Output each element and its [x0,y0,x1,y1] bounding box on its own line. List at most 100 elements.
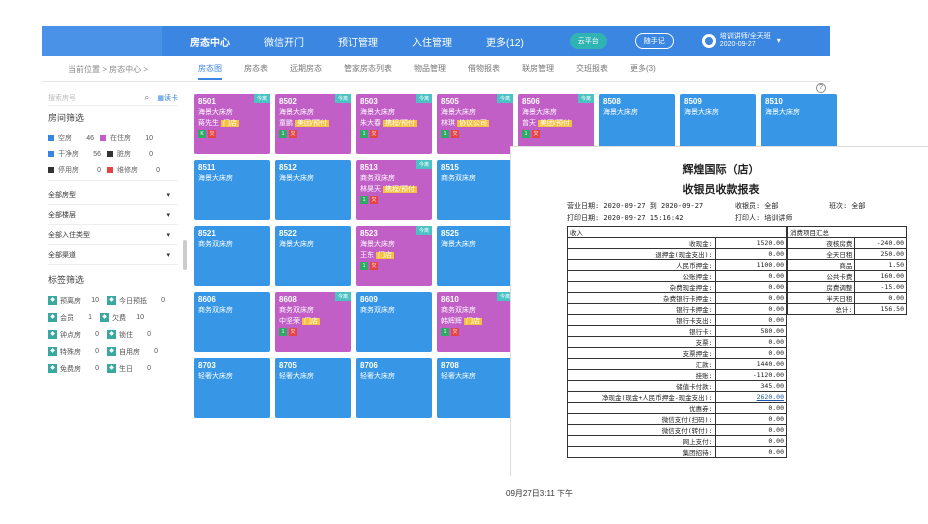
arrears-icon: 欠 [370,130,378,138]
cloud-label: 云平台 [577,38,599,45]
room-card[interactable]: 8708 轻奢大床房 [437,358,513,418]
room-card[interactable]: 8515 商务双床房 [437,160,513,220]
tag-filter-item[interactable]: ◆ 自用房 0 [107,347,166,357]
tab-borrow-report[interactable]: 借物报表 [468,59,500,80]
nav-more[interactable]: 更多(12) [486,34,524,49]
tab-housekeeping[interactable]: 管家房态列表 [344,59,392,80]
status-stat-item[interactable]: 在住房 10 [100,133,159,143]
tab-room-table[interactable]: 房态表 [244,59,268,80]
room-card[interactable]: 8703 轻奢大床房 [194,358,270,418]
income-value: 0.00 [714,402,788,414]
chevron-down-icon: ▾ [166,251,170,259]
room-card[interactable]: 8706 轻奢大床房 [356,358,432,418]
read-card-button[interactable]: ▦读卡 [157,93,178,103]
tab-future-status[interactable]: 远期房态 [290,59,322,80]
room-number: 8525 [441,229,459,238]
tab-shift-report[interactable]: 交班报表 [576,59,608,80]
guest-name: 林琪 [441,120,455,127]
channel-tag: 美团/预付 [295,120,329,127]
filter-dropdown[interactable]: 全部楼层 ▾ [48,205,178,225]
income-row: 微信支付(转付): 0.00 [567,424,788,436]
search-icon[interactable]: ⌕ [144,92,149,103]
tag-filter-item[interactable]: ◆ 今日预抵 0 [107,296,173,306]
room-guest: 童鹏 美团/预付 [279,118,347,128]
room-card[interactable]: 8508 海景大床房 [599,94,675,154]
room-card[interactable]: 8522 海景大床房 [275,226,351,286]
room-card[interactable]: 8610 商务双床房 韩辉辉 门店 今离 1 欠 [437,292,513,352]
income-row: 集团招待: 0.00 [567,446,788,458]
room-guest: 韩辉辉 门店 [441,316,509,326]
status-stat-item[interactable]: 维修房 0 [107,165,166,175]
user-date: 2020-09-27 [719,41,756,48]
tag-filter-item[interactable]: ◆ 预离房 10 [48,296,107,306]
sidebar-scrollbar[interactable] [183,240,187,270]
tag-filter-item[interactable]: ◆ 钟点房 0 [48,330,107,340]
room-card[interactable]: 8525 海景大床房 [437,226,513,286]
cashier-report: 辉煌国际（店） 收银员收款报表 营业日期: 2020-09-27 到 2020-… [510,146,928,476]
tag-icon: ◆ [48,296,57,305]
tag-filter-item[interactable]: ◆ 特殊房 0 [48,347,107,357]
status-stat-row: 空房 46 在住房 10 [48,130,178,146]
room-card[interactable]: 8609 商务双床房 [356,292,432,352]
tag-icon: ◆ [107,296,116,305]
status-stat-item[interactable]: 脏房 0 [107,149,159,159]
room-type: 轻奢大床房 [198,373,233,380]
tab-more[interactable]: 更多(3) [630,59,656,80]
tab-items[interactable]: 物品管理 [414,59,446,80]
guest-count-icon: 1 [360,130,368,138]
quick-note-button[interactable]: 随手记 [634,33,674,49]
income-value[interactable]: 2620.00 [714,391,788,403]
checkout-today-badge: 今离 [253,94,270,103]
room-card[interactable]: 8521 商务双床房 [194,226,270,286]
room-number: 8522 [279,229,297,238]
user-menu[interactable]: 培训讲师/全天班 2020-09-27 ▾ [701,33,781,49]
tag-label: 今日预抵 [119,297,147,305]
room-card[interactable]: 8503 海景大床房 朱大春 携程/预付 今离 1 欠 [356,94,432,154]
status-stat-label: 停用房 [58,167,79,174]
tag-filter-item[interactable]: ◆ 欠费 10 [100,313,152,323]
room-card[interactable]: 8511 海景大床房 [194,160,270,220]
help-icon[interactable]: ? [816,83,826,93]
tag-filter-item[interactable]: ◆ 会员 1 [48,313,100,323]
room-card[interactable]: 8512 海景大床房 [275,160,351,220]
filter-dropdown[interactable]: 全部房型 ▾ [48,185,178,205]
nav-checkin[interactable]: 入住管理 [412,34,452,49]
tab-room-map[interactable]: 房态图 [198,59,222,80]
room-card[interactable]: 8608 商务双床房 中坚荣 门店 今离 1 欠 [275,292,351,352]
cloud-platform-button[interactable]: 云平台 [569,33,607,49]
status-stat-item[interactable]: 干净房 56 [48,149,107,159]
room-card[interactable]: 8505 海景大床房 林琪 协议公司 今离 1 欠 [437,94,513,154]
nav-room-center[interactable]: 房态中心 [190,34,230,49]
filter-dropdown[interactable]: 全部入住类型 ▾ [48,225,178,245]
tag-filter-item[interactable]: ◆ 免费房 0 [48,364,107,374]
nav-reservations[interactable]: 预订管理 [338,34,378,49]
filter-dropdown[interactable]: 全部渠道 ▾ [48,245,178,265]
search-input[interactable]: 搜索房号 [48,93,144,103]
room-card[interactable]: 8606 商务双床房 [194,292,270,352]
room-card[interactable]: 8501 海景大床房 蒋先生 门店 今离 K 欠 [194,94,270,154]
tag-count: 0 [161,297,165,304]
room-card[interactable]: 8506 海景大床房 曾天 美团/预付 今离 1 欠 [518,94,594,154]
tag-filter-item[interactable]: ◆ 锁住 0 [107,330,159,340]
status-stat-item[interactable]: 空房 46 [48,133,100,143]
status-stat-item[interactable]: 停用房 0 [48,165,107,175]
room-card[interactable]: 8510 海景大床房 [761,94,837,154]
arrears-icon: 欠 [289,130,297,138]
room-number: 8508 [603,97,621,106]
room-card[interactable]: 8523 海景大床房 王东 门店 今离 1 欠 [356,226,432,286]
room-number: 8705 [279,361,297,370]
room-card[interactable]: 8509 海景大床房 [680,94,756,154]
income-row: 银行卡支出: 0.00 [567,314,788,326]
channel-tag: 携程/预付 [383,186,417,193]
room-number: 8510 [765,97,783,106]
income-value: 0.00 [714,303,788,315]
arrears-icon: 欠 [289,328,297,336]
room-card[interactable]: 8513 商务双床房 林昊天 携程/预付 今离 1 欠 [356,160,432,220]
tab-linked-rooms[interactable]: 联房管理 [522,59,554,80]
room-card[interactable]: 8502 海景大床房 童鹏 美团/预付 今离 1 欠 [275,94,351,154]
consume-value: 1.50 [854,259,907,271]
room-card[interactable]: 8705 轻奢大床房 [275,358,351,418]
tag-filter-item[interactable]: ◆ 生日 0 [107,364,159,374]
nav-wechat-door[interactable]: 微信开门 [264,34,304,49]
room-type: 海景大床房 [279,175,314,182]
